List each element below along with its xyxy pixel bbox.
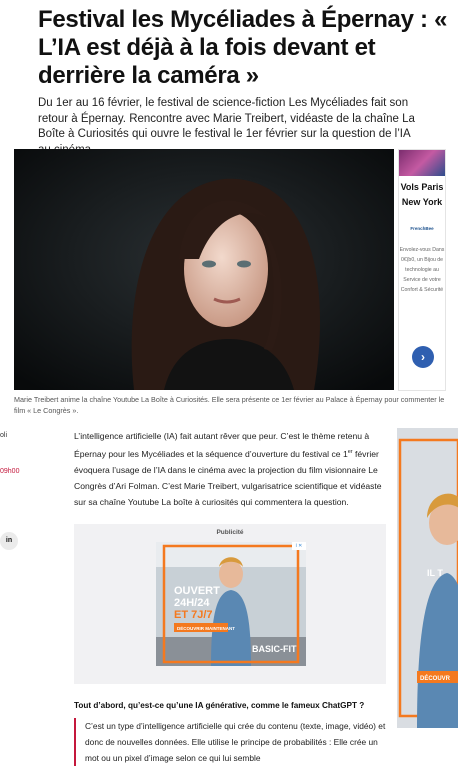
article-headline: Festival les Mycéliades à Épernay : « L’… [38,6,448,89]
linkedin-icon[interactable]: in [0,532,18,550]
ad-choices-icon[interactable]: i ✕ [292,542,306,550]
publish-time: 09h00 [0,468,20,475]
ad-description: Envolez-vous Dans 0€(b0, un Bijou de tec… [399,247,445,293]
ad-cta: DÉCOUVRIR MAINTENANT [177,624,235,631]
hero-photo [14,149,394,390]
arrow-right-icon[interactable]: › [412,346,434,368]
ad-brand: FrenchBee [410,226,434,231]
gym-ad-illustration: OUVERT 24H/24 ET 7J/7 DÉCOUVRIR MAINTENA… [156,542,306,666]
skyscraper-text: IL T [427,568,443,578]
photo-caption: Marie Treibert anime la chaîne Youtube L… [14,395,445,415]
article-paragraph: L’intelligence artificielle (IA) fait au… [74,428,386,510]
ad-brand-logo: BASIC-FIT [252,644,297,654]
ad-thumbnail [399,150,445,176]
gym-ad-banner[interactable]: OUVERT 24H/24 ET 7J/7 DÉCOUVRIR MAINTENA… [156,542,306,666]
interview-answer: C’est un type d’intelligence artificiell… [74,718,386,766]
sidebar-ad[interactable]: Vols Paris New York FrenchBee Envolez-vo… [398,149,446,391]
interview-question: Tout d’abord, qu’est-ce qu’une IA généra… [74,701,365,710]
ad-headline-3: ET 7J/7 [174,609,213,621]
skyscraper-cta: DÉCOUVR [420,674,451,682]
portrait-illustration [14,149,394,390]
advertisement-box: Publicité OUVERT 24H/24 ET 7J/7 DÉCOUVRI… [74,524,386,684]
skyscraper-ad-illustration: IL T DÉCOUVR [397,428,458,728]
ad-label: Publicité [216,529,244,536]
paragraph-part-1: L’intelligence artificielle (IA) fait au… [74,431,370,459]
ad-headline-2: 24H/24 [174,597,210,609]
ad-title: Vols Paris New York [400,182,444,207]
author-label: oli [0,432,8,439]
ad-headline-1: OUVERT [174,585,220,597]
right-skyscraper-ad[interactable]: IL T DÉCOUVR [397,428,458,728]
